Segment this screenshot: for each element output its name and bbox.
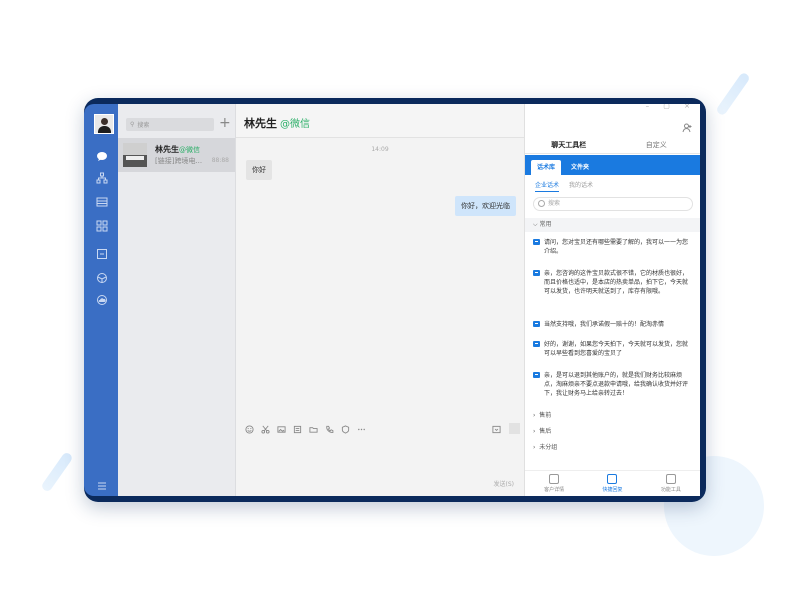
tools-panel: – ▢ × 聊天工具栏 自定义 话术库 文件夹 企业话术 我的话术 搜索 ⌵ 常…	[525, 104, 700, 496]
app-window: ⚲ 搜索 + 林先生@微信 [链接]跨境电... 88:88 林先生 @微信 14…	[118, 104, 700, 496]
group-common[interactable]: ⌵ 常用	[525, 218, 700, 232]
input-toolbar	[236, 422, 524, 436]
minus-box-icon[interactable]	[96, 248, 108, 260]
scissors-icon[interactable]	[260, 424, 270, 434]
tab-chat-toolbar[interactable]: 聊天工具栏	[525, 138, 613, 153]
chat-header: 林先生 @微信	[236, 104, 524, 138]
decorative-stroke	[40, 451, 74, 493]
user-avatar[interactable]	[94, 114, 114, 134]
decorative-stroke	[715, 71, 751, 117]
expand-panel-icon[interactable]	[509, 423, 520, 434]
conversation-list: ⚲ 搜索 + 林先生@微信 [链接]跨境电... 88:88	[118, 104, 236, 496]
conversation-item[interactable]: 林先生@微信 [链接]跨境电... 88:88	[118, 138, 235, 172]
message-input[interactable]	[236, 438, 524, 496]
message-sent: 你好，欢迎光临	[455, 196, 516, 216]
left-nav	[84, 104, 118, 496]
screenshot-toggle-icon[interactable]	[491, 424, 501, 434]
add-button[interactable]: +	[219, 114, 231, 132]
script-search-input[interactable]: 搜索	[533, 197, 693, 211]
document-icon	[549, 474, 560, 484]
script-icon	[533, 270, 540, 276]
script-item[interactable]: 当然支持哦，我们承诺假一赔十的！配淘赤情	[533, 320, 693, 329]
stage: ⚲ 搜索 + 林先生@微信 [链接]跨境电... 88:88 林先生 @微信 14…	[0, 0, 790, 600]
script-icon	[533, 341, 540, 347]
tab-script-library[interactable]: 话术库	[531, 160, 561, 175]
tools-bottom-nav: 客户详情 快捷回复 功能工具	[525, 470, 700, 496]
group-ungrouped[interactable]: › 未分组	[533, 442, 557, 451]
file-icon[interactable]	[292, 424, 302, 434]
person-add-icon[interactable]	[682, 118, 692, 133]
tab-folder[interactable]: 文件夹	[565, 160, 595, 175]
conversation-preview: [链接]跨境电...	[155, 157, 203, 165]
conversation-time: 88:88	[211, 157, 229, 164]
emoji-icon[interactable]	[244, 424, 254, 434]
org-chart-icon[interactable]	[96, 172, 108, 184]
search-icon: ⚲	[130, 121, 135, 128]
table-icon[interactable]	[96, 196, 108, 208]
script-item[interactable]: 好的，谢谢，如果您今天拍下，今天就可以发货，您就可以早些看到您喜爱的宝贝了	[533, 340, 693, 358]
apps-grid-icon[interactable]	[96, 220, 108, 232]
script-item[interactable]: 亲，是可以退到其他账户的，就是我们财务比较麻烦点，淘麻烦亲不要点退款申请哦，给我…	[533, 371, 693, 398]
conversation-name: 林先生@微信	[155, 145, 200, 154]
menu-icon[interactable]	[96, 480, 108, 492]
script-icon	[533, 372, 540, 378]
more-icon[interactable]	[356, 424, 366, 434]
chat-panel: 林先生 @微信 14:09 你好 你好，欢迎光临 发送(S)	[236, 104, 525, 496]
nav-function-tools[interactable]: 功能工具	[642, 471, 700, 496]
image-icon[interactable]	[276, 424, 286, 434]
message-timestamp: 14:09	[371, 146, 389, 153]
send-button[interactable]: 发送(S)	[494, 479, 515, 488]
device-frame: ⚲ 搜索 + 林先生@微信 [链接]跨境电... 88:88 林先生 @微信 14…	[84, 98, 706, 502]
nav-customer-details[interactable]: 客户详情	[525, 471, 583, 496]
tools-top-tabs: 聊天工具栏 自定义	[525, 138, 700, 154]
tab-custom[interactable]: 自定义	[613, 138, 701, 153]
message-received: 你好	[246, 160, 272, 180]
script-icon	[533, 239, 540, 245]
cloud-icon[interactable]	[96, 294, 108, 306]
group-presale[interactable]: › 售前	[533, 410, 551, 419]
shield-icon[interactable]	[340, 424, 350, 434]
chat-title: 林先生 @微信	[244, 117, 310, 130]
search-placeholder: 搜索	[137, 122, 150, 129]
chat-icon[interactable]	[96, 150, 108, 162]
nav-quick-reply[interactable]: 快捷回复	[583, 471, 641, 496]
chat-bubble-icon	[607, 474, 618, 484]
script-subtabs: 企业话术 我的话术	[535, 180, 593, 192]
conversation-search[interactable]: ⚲ 搜索	[126, 118, 214, 131]
script-item[interactable]: 请问，您对宝贝还有哪些需要了解的，我可以一一为您介绍。	[533, 238, 693, 256]
script-item[interactable]: 亲，您咨询的这件宝贝款式很不错，它的材质也很好，而且价格也适中，是本店的热卖单品…	[533, 269, 693, 296]
folder-icon[interactable]	[308, 424, 318, 434]
search-icon	[538, 200, 545, 207]
grid-icon	[665, 474, 676, 484]
phone-icon[interactable]	[324, 424, 334, 434]
window-controls[interactable]: – ▢ ×	[646, 104, 696, 110]
script-icon	[533, 321, 540, 327]
subtab-my-scripts[interactable]: 我的话术	[569, 180, 593, 192]
cube-icon[interactable]	[96, 272, 108, 284]
group-aftersale[interactable]: › 售后	[533, 426, 551, 435]
library-tabs-bar: 话术库 文件夹	[525, 155, 700, 175]
subtab-enterprise-scripts[interactable]: 企业话术	[535, 180, 560, 192]
contact-avatar	[123, 143, 147, 167]
